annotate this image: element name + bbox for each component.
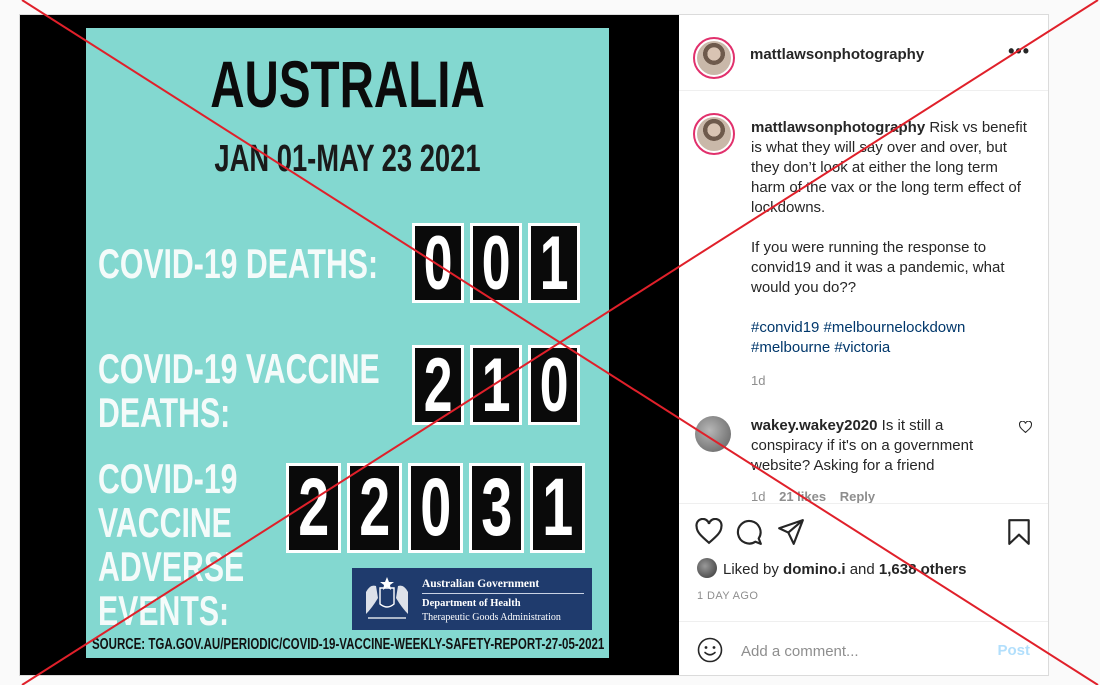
avatar[interactable] <box>693 37 735 79</box>
caption-hashtags[interactable]: #convid19 #melbournelockdown #melbourne … <box>751 318 1033 358</box>
liked-by-others[interactable]: 1,638 others <box>879 561 967 578</box>
caption-text-2: If you were running the response to conv… <box>751 239 1005 296</box>
add-comment-bar: Post <box>679 621 1048 676</box>
counter-digit: 2 <box>347 462 402 553</box>
post-caption: mattlawsonphotography Risk vs benefit is… <box>751 118 1033 358</box>
comments-section: mattlawsonphotography Risk vs benefit is… <box>679 91 1048 503</box>
poster-label-vaccine-deaths-line1: COVID-19 VACCINE <box>98 345 380 392</box>
counter-digit: 3 <box>469 462 524 553</box>
comment-likes[interactable]: 21 likes <box>779 489 826 503</box>
gov-divider <box>422 593 584 594</box>
liked-by-and: and <box>849 561 875 578</box>
bookmark-icon[interactable] <box>1005 518 1033 546</box>
post-date[interactable]: 1 DAY AGO <box>697 590 758 602</box>
poster-label-adverse-line1: COVID-19 <box>98 455 238 502</box>
avatar[interactable] <box>693 113 735 155</box>
poster-counter-vaccine-deaths: 2 1 0 <box>412 343 580 428</box>
counter-digit: 1 <box>530 462 585 553</box>
post-sidebar: mattlawsonphotography ••• mattlawsonphot… <box>679 15 1048 675</box>
poster-label-adverse-line3: ADVERSE <box>98 543 245 590</box>
post-actions: Liked by domino.i and 1,638 others 1 DAY… <box>679 503 1048 612</box>
more-options-icon[interactable]: ••• <box>1008 41 1030 62</box>
counter-digit: 1 <box>528 221 580 306</box>
poster-counter-adverse-events: 2 2 0 3 1 <box>286 462 585 553</box>
liked-by-prefix: Liked by <box>723 561 779 578</box>
comment-meta: 1d 21 likes Reply <box>751 489 875 503</box>
poster-title: AUSTRALIA <box>210 47 485 121</box>
poster-label-covid-deaths: COVID-19 DEATHS: <box>98 240 379 287</box>
counter-digit: 0 <box>470 221 522 306</box>
avatar[interactable] <box>695 416 731 452</box>
counter-digit: 0 <box>412 221 464 306</box>
post-header: mattlawsonphotography ••• <box>679 15 1048 91</box>
poster-label-adverse-line2: VACCINE <box>98 499 232 546</box>
comment: wakey.wakey2020 Is it still a conspiracy… <box>751 416 1001 476</box>
comment-timestamp[interactable]: 1d <box>751 489 765 503</box>
header-username[interactable]: mattlawsonphotography <box>750 46 924 63</box>
share-icon[interactable] <box>777 518 805 546</box>
likes-summary: Liked by domino.i and 1,638 others <box>697 558 966 578</box>
caption-username[interactable]: mattlawsonphotography <box>751 119 925 136</box>
poster-counter-covid-deaths: 0 0 1 <box>412 221 580 306</box>
caption-timestamp[interactable]: 1d <box>751 373 765 388</box>
comment-input[interactable] <box>739 636 983 666</box>
counter-digit: 1 <box>470 343 522 428</box>
poster-date-range: JAN 01-MAY 23 2021 <box>214 138 481 180</box>
comment-reply-button[interactable]: Reply <box>840 489 875 503</box>
poster-label-vaccine-deaths-line2: DEATHS: <box>98 389 231 436</box>
avatar[interactable] <box>697 558 717 578</box>
liked-by-user[interactable]: domino.i <box>783 561 846 578</box>
comment-username[interactable]: wakey.wakey2020 <box>751 417 878 434</box>
poster-label-adverse-line4: EVENTS: <box>98 587 230 634</box>
post-comment-button[interactable]: Post <box>997 642 1030 659</box>
emoji-icon[interactable] <box>697 637 723 663</box>
counter-digit: 0 <box>408 462 463 553</box>
counter-digit: 2 <box>412 343 464 428</box>
gov-agency: Therapeutic Goods Administration <box>422 612 561 623</box>
gov-department: Department of Health <box>422 598 521 609</box>
coat-of-arms-icon <box>366 577 408 619</box>
poster-image: AUSTRALIA JAN 01-MAY 23 2021 COVID-19 DE… <box>86 28 609 658</box>
instagram-post: AUSTRALIA JAN 01-MAY 23 2021 COVID-19 DE… <box>19 14 1049 676</box>
gov-title: Australian Government <box>422 578 540 590</box>
counter-digit: 0 <box>528 343 580 428</box>
heart-icon[interactable] <box>1019 421 1032 433</box>
heart-icon[interactable] <box>695 518 723 546</box>
government-badge: Australian Government Department of Heal… <box>352 568 592 630</box>
counter-digit: 2 <box>286 462 341 553</box>
comment-icon[interactable] <box>735 518 763 546</box>
post-media: AUSTRALIA JAN 01-MAY 23 2021 COVID-19 DE… <box>20 15 679 675</box>
poster-source: SOURCE: TGA.GOV.AU/PERIODIC/COVID-19-VAC… <box>92 636 605 653</box>
